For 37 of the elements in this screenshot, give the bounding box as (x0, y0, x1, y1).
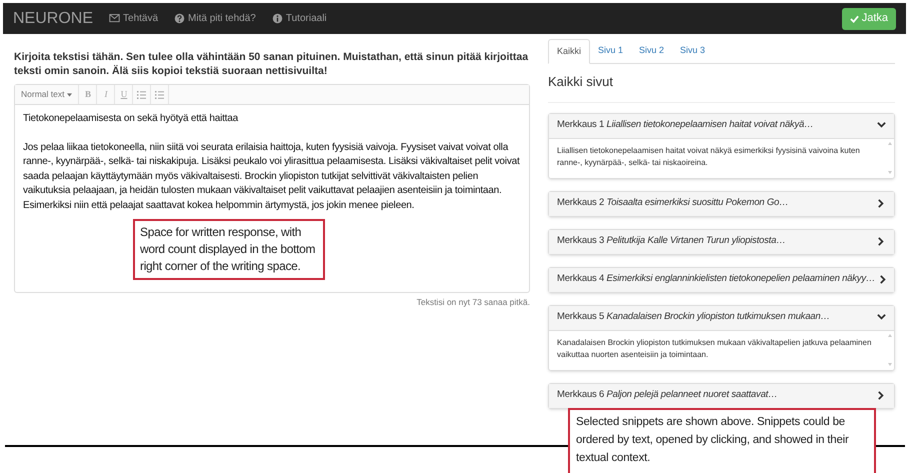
snippet-title: Merkkaus 5 Kanadalaisen Brockin yliopiston tutkimuksen mukaan… (557, 310, 831, 324)
paragraph-text: Tietokonepelaamisesta on sekä hyötyä että haittaa (23, 112, 240, 126)
info-icon (272, 13, 283, 24)
nav-link[interactable]: Tehtävä (109, 11, 158, 26)
checkmark-icon (850, 14, 859, 22)
nav-link[interactable]: Tutoriaali (272, 11, 327, 26)
snippet-title: Merkkaus 6 Paljon pelejä pelanneet nuoret saattavat… (557, 388, 778, 402)
snippet-header[interactable]: Merkkaus 5 Kanadalaisen Brockin yliopiston tutkimuksen mukaan… (549, 306, 894, 330)
numbered-list-icon[interactable] (155, 90, 164, 98)
snippet-title: Merkkaus 3 Pelitutkija Kalle Virtanen Turun yliopistosta… (557, 234, 787, 248)
snippet-header[interactable]: Merkkaus 6 Paljon pelejä pelanneet nuoret saattavat… (549, 384, 894, 408)
instructions-text: Kirjoita tekstisi tähän. Sen tulee olla vähintään 50 sanan pituinen. Muistathan, että sinun pitää kirjoittaa teksti omin sanoin. Älä siis kopioi tekstiä suoraan nettisivuilta! (14, 50, 530, 78)
envelope-icon (109, 13, 120, 24)
snippet-header[interactable]: Merkkaus 3 Pelitutkija Kalle Virtanen Turun yliopistosta… (549, 230, 894, 254)
snippet-title: Merkkaus 4 Esimerkiksi englanninkielisten tietokonepelien pelaaminen näkyy… (557, 272, 876, 286)
paragraph-text: Jos pelaa liikaa tietokoneella, niin siitä voi seurata erilaisia haittoja, kuten fyysisiä vaivoja. Fyysiset vaivat voivat olla ranne-, kyynärpää-, selkä- tai niskakipuja. Lisäksi peukalo voi ylirasittua pelaamisesta. Lisäksi väkivaltaiset pelit voivat saada pelaajan käyttäytymään myös väkivaltaisesti. Brockin yliopiston tutkijat selvittivät väkivaltaisten pelien vaikutuksia pelaajaan, ja heidän tulosten mukaan väkivaltaiset pelit vaikuttavat pelaajien asenteisiin ja toimintaan. Esimerkiksi niin että pelaajat saattavat kokea helpommin ärtymystä, jos jokin menee pieleen. (23, 140, 521, 212)
section-title: Kaikki sivut (548, 72, 895, 102)
nav-link[interactable]: Mitä piti tehdä? (174, 11, 256, 26)
annotation-callout: Selected snippets are shown above. Snippets could be ordered by text, opened by clicking, and showed in their textual context. (568, 408, 876, 473)
caret-icon (67, 92, 72, 96)
tab[interactable]: Kaikki (548, 39, 590, 64)
snippet-header[interactable]: Merkkaus 2 Toisaalta esimerkiksi suosittu Pokemon Go… (549, 192, 894, 216)
annotation-callout: Space for written response, with word count displayed in the bottom right corner of the writing space. (133, 219, 325, 280)
snippet-title: Merkkaus 2 Toisaalta esimerkiksi suosittu Pokemon Go… (557, 196, 790, 210)
text-style-dropdown[interactable]: Normal text (15, 85, 80, 104)
question-icon (174, 13, 186, 24)
snippet-text: Liiallisen tietokonepelaamisen haitat voivat näkyä esimerkiksi fyysisinä vaivoina kuten ranne-, kyynärpää-, selkä- tai niskaoireina. (556, 144, 861, 169)
snippet-title: Merkkaus 1 Liiallisen tietokonepelaamisen haitat voivat näkyä… (557, 118, 814, 132)
bullet-list-icon[interactable] (137, 90, 146, 98)
tab[interactable]: Sivu 2 (631, 38, 672, 63)
tab[interactable]: Sivu 1 (590, 38, 632, 63)
snippet-text: Kanadalaisen Brockin yliopiston tutkimuksen mukaan väkivaltapelien jatkuva pelaaminen vaikuttaa nuorten asenteisiin ja toimintaan. (556, 336, 872, 361)
brand-name[interactable]: NEURONE (13, 6, 94, 30)
snippet-header[interactable]: Merkkaus 4 Esimerkiksi englanninkielisten tietokonepelien pelaaminen näkyy… (549, 268, 894, 292)
word-count: Tekstisi on nyt 73 sanaa pitkä. (416, 296, 530, 309)
tab[interactable]: Sivu 3 (672, 38, 714, 63)
snippet-header[interactable]: Merkkaus 1 Liiallisen tietokonepelaamisen haitat voivat näkyä… (549, 114, 894, 138)
